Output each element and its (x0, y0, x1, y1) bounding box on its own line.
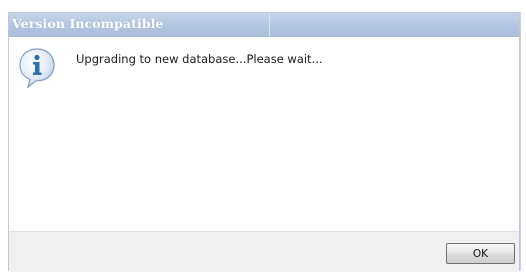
ok-button[interactable]: OK (446, 243, 515, 264)
dialog-title: Version Incompatible (12, 16, 164, 31)
dialog-message: Upgrading to new database...Please wait.… (76, 52, 323, 66)
dialog-right-edge (520, 12, 521, 271)
dialog-titlebar[interactable]: Version Incompatible (9, 13, 519, 37)
version-incompatible-dialog: Version Incompatible Upgrading to new da… (8, 12, 520, 272)
info-icon (19, 48, 55, 89)
titlebar-divider (269, 13, 270, 37)
dialog-footer: OK (9, 231, 519, 272)
